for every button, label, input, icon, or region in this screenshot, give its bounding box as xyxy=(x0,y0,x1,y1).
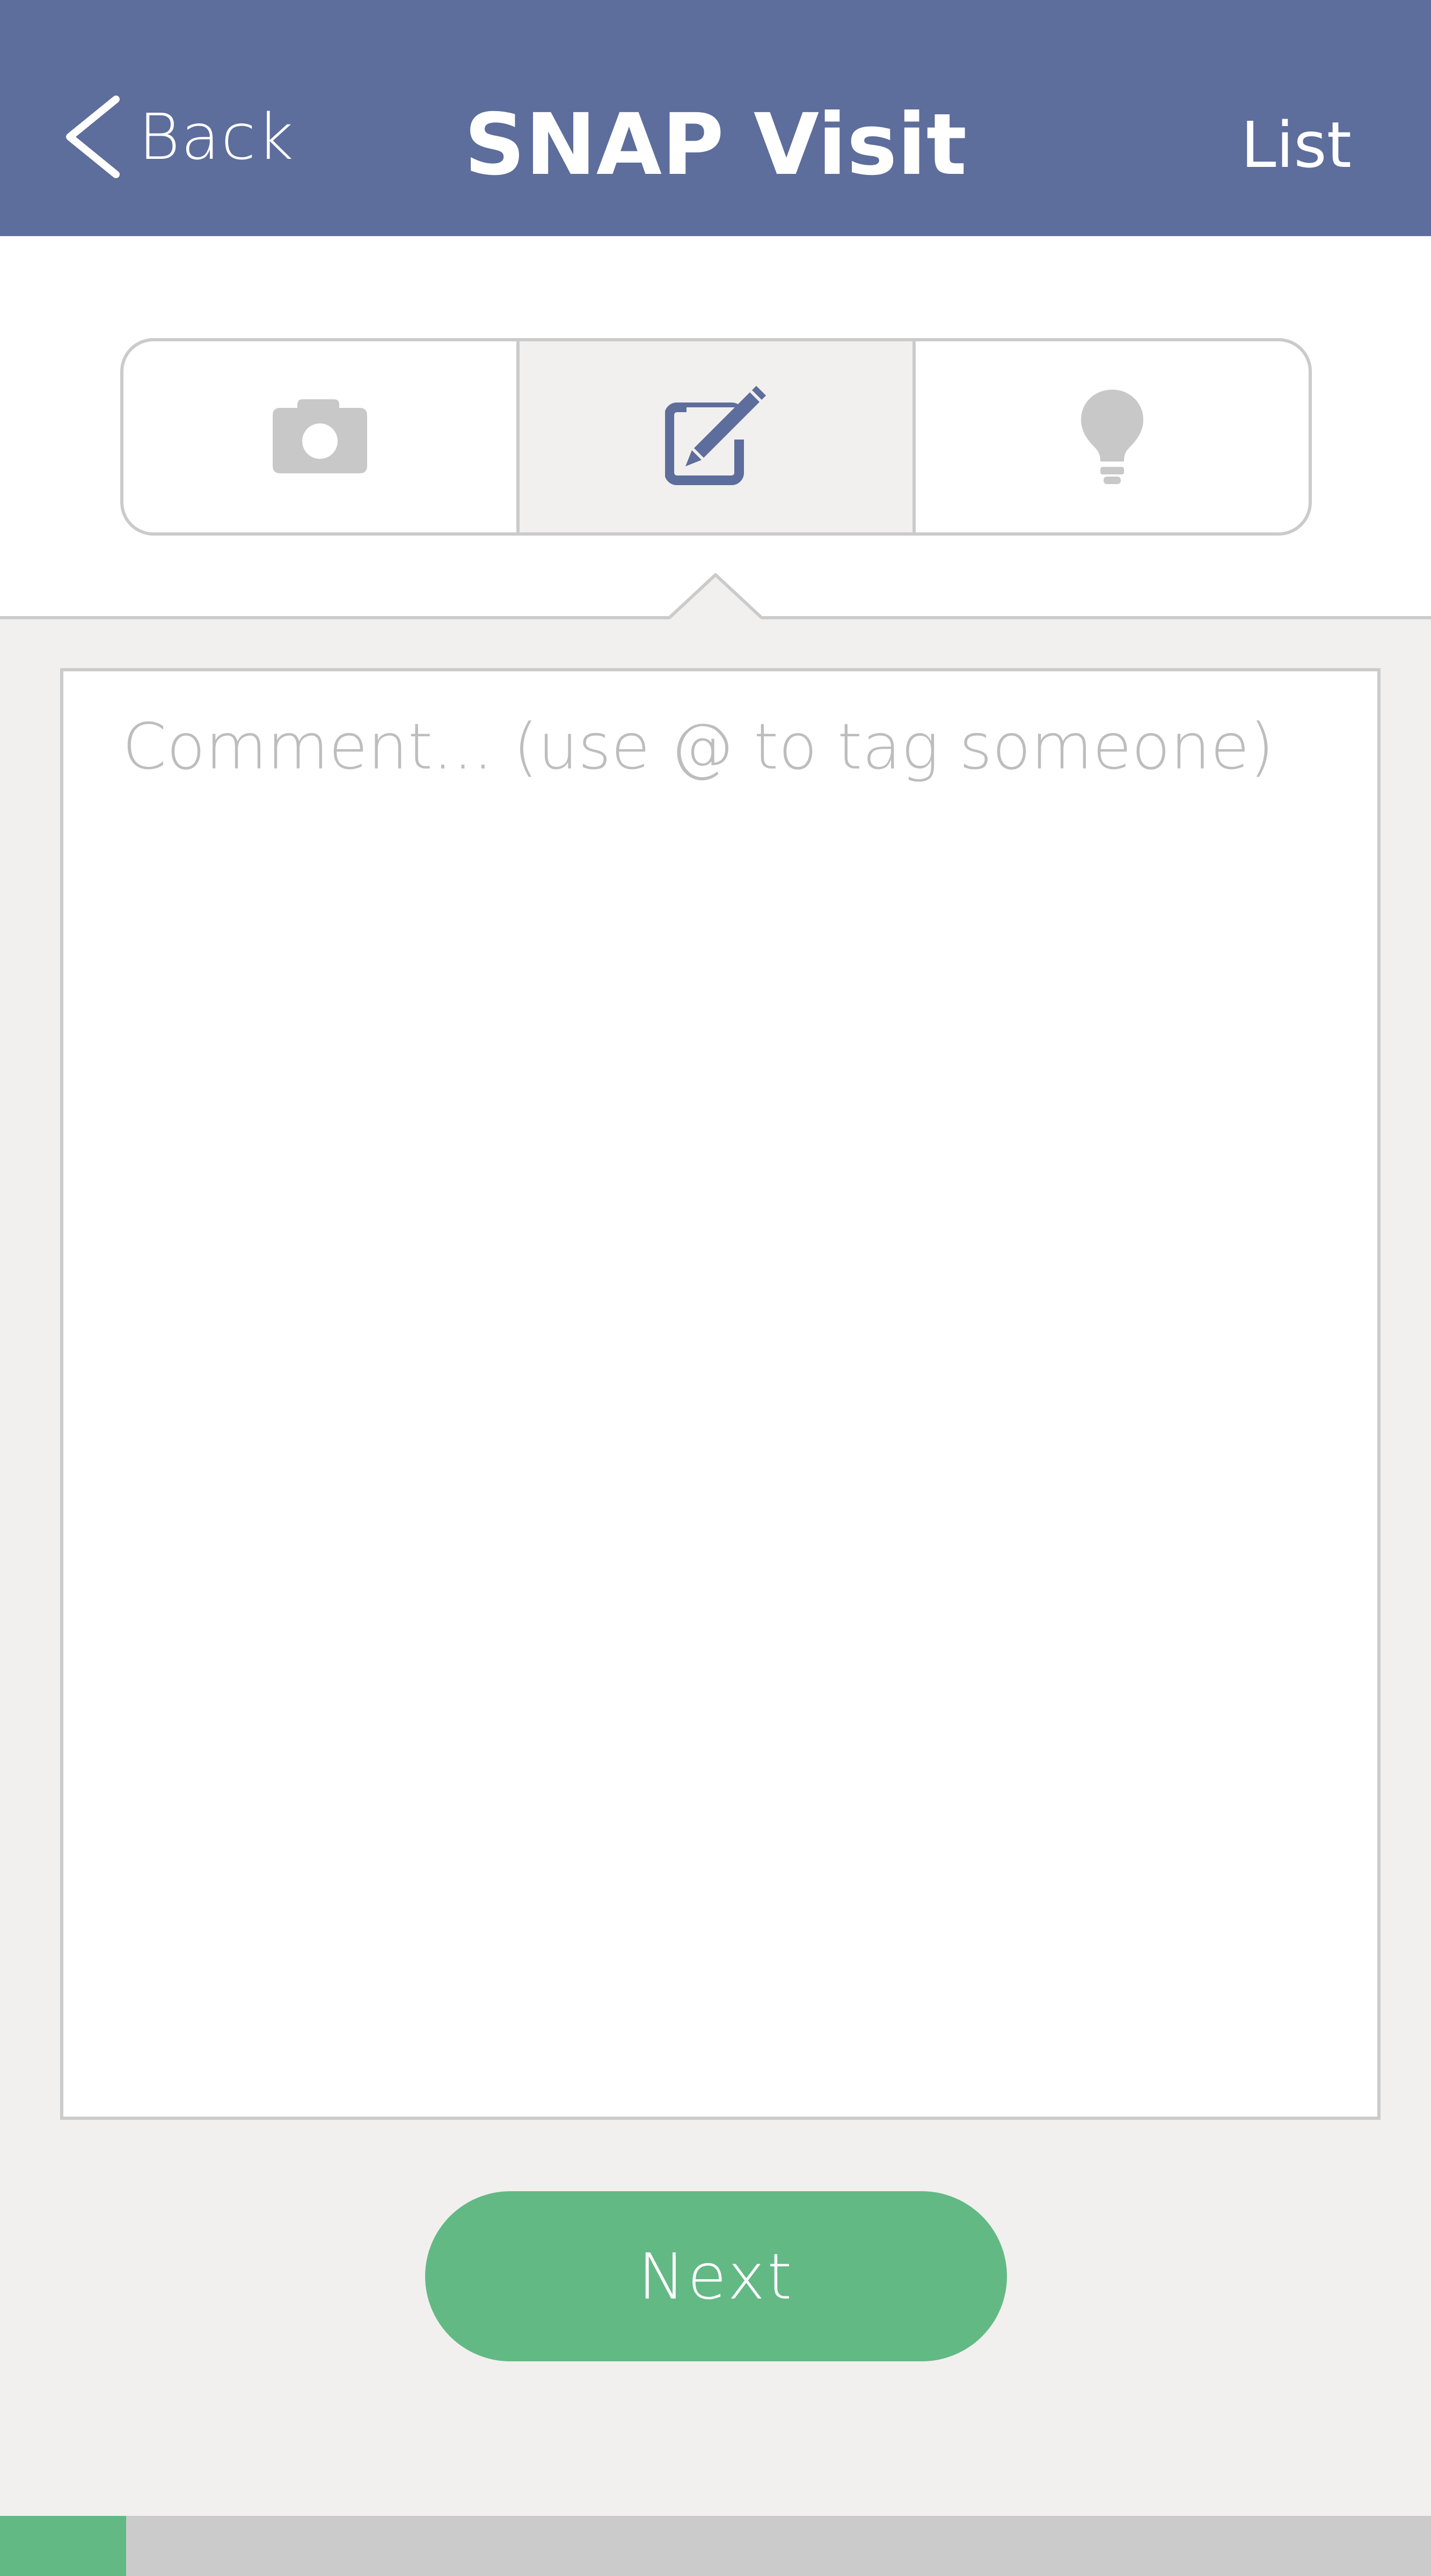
panel-pointer-caret xyxy=(669,573,762,619)
page-title: SNAP Visit xyxy=(464,96,967,194)
progress-fill xyxy=(0,2516,126,2576)
next-button[interactable]: Next xyxy=(425,2191,1007,2361)
progress-bar xyxy=(0,2516,1431,2576)
segment-photo[interactable] xyxy=(123,341,516,532)
comment-input[interactable] xyxy=(60,668,1381,2120)
segment-comment[interactable] xyxy=(516,341,912,532)
segment-tip[interactable] xyxy=(912,341,1309,532)
lightbulb-icon xyxy=(1081,390,1143,484)
list-button[interactable]: List xyxy=(1241,105,1352,185)
header-bar: Back SNAP Visit List xyxy=(0,0,1431,236)
camera-icon xyxy=(273,399,367,473)
mode-segmented-control xyxy=(120,338,1312,536)
edit-icon xyxy=(665,386,766,485)
